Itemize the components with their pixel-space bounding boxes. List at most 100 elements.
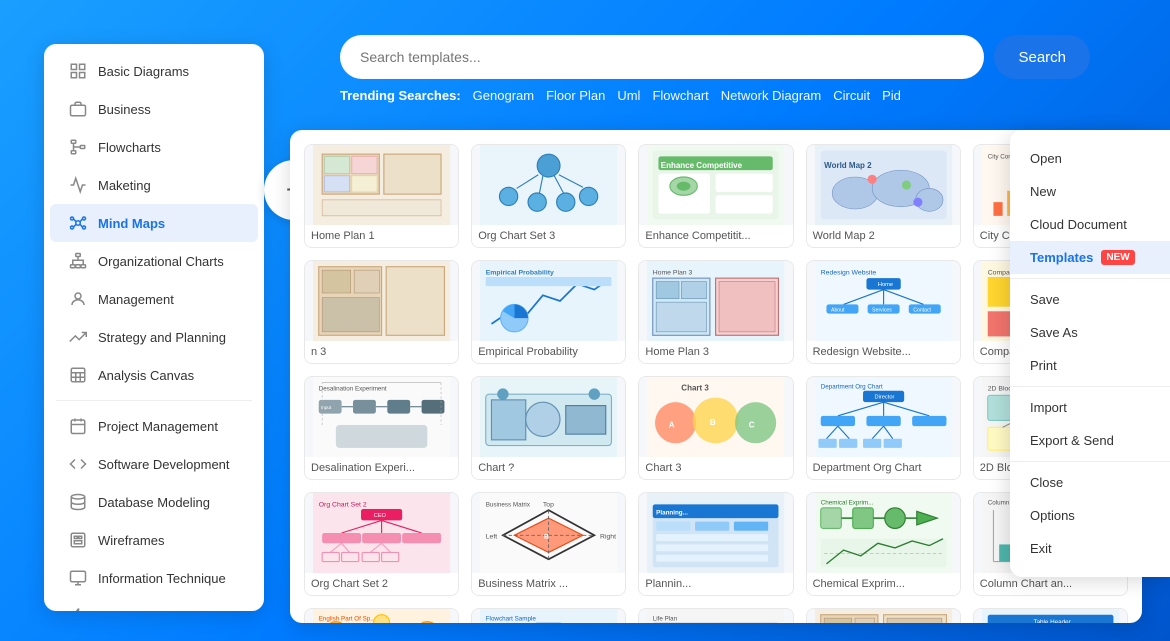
template-thumb: Chart 3 A B C [639,377,792,457]
search-button[interactable]: Search [994,35,1090,79]
template-card[interactable]: English Part Of Sp... Noun English P [304,608,459,623]
sidebar-item-maketing[interactable]: Maketing [50,166,258,204]
template-card[interactable]: Empirical Probability Empirical Probabil… [471,260,626,364]
sidebar-item-org-charts[interactable]: Organizational Charts [50,242,258,280]
sidebar-item-management[interactable]: Management [50,280,258,318]
sidebar-item-database[interactable]: Database Modeling [50,483,258,521]
trending-floorplan[interactable]: Floor Plan [546,88,605,103]
svg-text:Business Matrix: Business Matrix [486,502,531,509]
sidebar-label: Business [98,102,151,117]
trending-circuit[interactable]: Circuit [833,88,870,103]
sidebar-label: Analysis Canvas [98,368,194,383]
template-card[interactable]: Org Chart Set 3 [471,144,626,248]
template-thumb: English Part Of Sp... Noun [305,609,458,623]
trending-flowchart[interactable]: Flowchart [652,88,708,103]
svg-text:World Map 2: World Map 2 [824,161,872,170]
info-icon [68,568,88,588]
trending-genogram[interactable]: Genogram [473,88,534,103]
software-icon [68,454,88,474]
template-card[interactable]: Home Plan 1 [304,144,459,248]
template-label: Chart 3 [639,457,792,479]
menu-item-import[interactable]: Import [1010,391,1170,424]
menu-item-close[interactable]: Close [1010,466,1170,499]
sidebar-label: Management [98,292,174,307]
template-label: Org Chart Set 3 [472,225,625,247]
menu-item-exit[interactable]: Exit [1010,532,1170,565]
sidebar-item-mind-maps[interactable]: Mind Maps [50,204,258,242]
template-label: Home Plan 1 [305,225,458,247]
menu-label: Save [1030,292,1060,307]
template-card[interactable]: Home Plan 3 Home Plan 3 [638,260,793,364]
sidebar-item-analysis[interactable]: Analysis Canvas [50,356,258,394]
svg-text:Input: Input [321,405,332,410]
template-card[interactable]: Chemical Exprim... Chemical Exprim... [806,492,961,596]
template-thumb [472,145,625,225]
template-card[interactable]: Redesign Website Home About Services Con… [806,260,961,364]
template-card[interactable]: Department Org Chart Director [806,376,961,480]
template-label: Desalination Experi... [305,457,458,479]
menu-label: Print [1030,358,1057,373]
svg-text:Desalination Experiment: Desalination Experiment [319,386,387,393]
template-card[interactable]: Desalination Experiment Input Desali [304,376,459,480]
template-thumb: Home Plan 3 [639,261,792,341]
sidebar-item-project-mgmt[interactable]: Project Management [50,407,258,445]
sidebar-label: Wireframes [98,533,164,548]
menu-item-options[interactable]: Options [1010,499,1170,532]
template-card[interactable]: Table Header [973,608,1128,623]
menu-item-print[interactable]: Print [1010,349,1170,382]
sidebar-label: Strategy and Planning [98,330,226,345]
svg-text:Services: Services [872,307,892,313]
svg-text:Enhance Competitive: Enhance Competitive [661,161,743,170]
template-thumb: Redesign Website Home About Services Con… [807,261,960,341]
template-thumb: Chemical Exprim... [807,493,960,573]
trending-uml[interactable]: Uml [617,88,640,103]
svg-text:Chart 3: Chart 3 [682,384,710,393]
menu-item-open[interactable]: Open [1010,142,1170,175]
org-icon [68,251,88,271]
trending-networkdiagram[interactable]: Network Diagram [721,88,821,103]
strategy-icon [68,327,88,347]
sidebar-item-electrical[interactable]: Electrical Engineering [50,597,258,611]
menu-item-save-as[interactable]: Save As [1010,316,1170,349]
template-card[interactable]: Enhance Competitive Enhance Competitit..… [638,144,793,248]
template-card[interactable]: Chart 3 A B C Chart 3 [638,376,793,480]
template-card[interactable]: Planning... Plannin... [638,492,793,596]
menu-item-cloud-doc[interactable]: Cloud Document [1010,208,1170,241]
sidebar-label: Basic Diagrams [98,64,189,79]
menu-item-templates[interactable]: Templates NEW [1010,241,1170,274]
sidebar-item-flowcharts[interactable]: Flowcharts [50,128,258,166]
menu-label: Templates [1030,250,1093,265]
sidebar-item-info-tech[interactable]: Information Technique [50,559,258,597]
template-thumb: Department Org Chart Director [807,377,960,457]
menu-label: Options [1030,508,1075,523]
template-card[interactable]: Chart ? [471,376,626,480]
sidebar-item-software-dev[interactable]: Software Development [50,445,258,483]
sidebar-item-business[interactable]: Business [50,90,258,128]
menu-label: Cloud Document [1030,217,1127,232]
menu-label: Open [1030,151,1062,166]
sidebar-label: Information Technique [98,571,226,586]
template-card[interactable]: Life Plan Life Plan [638,608,793,623]
template-card[interactable]: Flowchart Sample Start Yes? End No Flow [471,608,626,623]
template-thumb: Empirical Probability [472,261,625,341]
template-label: World Map 2 [807,225,960,247]
template-card[interactable] [806,608,961,623]
search-input[interactable] [340,35,984,79]
template-label: Redesign Website... [807,341,960,363]
menu-item-new[interactable]: New [1010,175,1170,208]
sidebar-item-strategy[interactable]: Strategy and Planning [50,318,258,356]
menu-label: Exit [1030,541,1052,556]
template-card[interactable]: World Map 2 World Map 2 [806,144,961,248]
sidebar-item-basic-diagrams[interactable]: Basic Diagrams [50,52,258,90]
sidebar-list: Basic Diagrams Business Flowcharts Maket… [44,44,264,611]
menu-item-save[interactable]: Save [1010,283,1170,316]
template-card[interactable]: Business Matrix B Left Right Top Busines… [471,492,626,596]
template-card[interactable]: Org Chart Set 2 CEO [304,492,459,596]
template-card[interactable]: n 3 [304,260,459,364]
template-label: Plannin... [639,573,792,595]
briefcase-icon [68,99,88,119]
project-icon [68,416,88,436]
trending-pid[interactable]: Pid [882,88,901,103]
sidebar-item-wireframes[interactable]: Wireframes [50,521,258,559]
menu-item-export-send[interactable]: Export & Send [1010,424,1170,457]
